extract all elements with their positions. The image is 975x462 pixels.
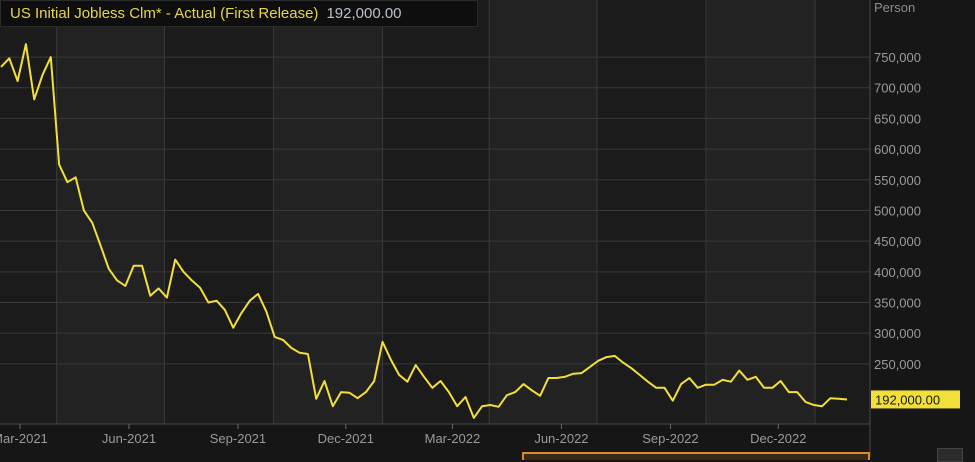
x-tick-label: Dec-2021 [318, 431, 374, 446]
y-tick-label: 600,000 [874, 142, 921, 157]
series-legend: US Initial Jobless Clm* - Actual (First … [0, 0, 478, 27]
line-chart: 750,000 700,000 650,000 600,000 550,000 500,0… [0, 0, 975, 457]
navigator-button[interactable] [937, 448, 963, 462]
x-tick-label: Sep-2022 [642, 431, 698, 446]
y-tick-label: 300,000 [874, 326, 921, 341]
last-value-label: 192,000.00 [875, 392, 940, 407]
x-tick-label: Jun-2022 [534, 431, 588, 446]
quarter-band [489, 0, 597, 424]
y-tick-label: 250,000 [874, 357, 921, 372]
y-axis-unit: Person [874, 0, 915, 15]
y-tick-label: 500,000 [874, 203, 921, 218]
y-tick-label: 550,000 [874, 173, 921, 188]
y-tick-label: 450,000 [874, 234, 921, 249]
x-tick-label: Dec-2022 [750, 431, 806, 446]
series-name: US Initial Jobless Clm* - Actual (First … [10, 5, 318, 22]
quarter-band [274, 0, 383, 424]
x-tick-label: Mar-2022 [425, 431, 481, 446]
x-tick-label: Jun-2021 [102, 431, 156, 446]
quarter-band [57, 0, 165, 424]
y-tick-label: 400,000 [874, 265, 921, 280]
quarter-band [706, 0, 815, 424]
series-last-value: 192,000.00 [326, 5, 401, 22]
y-tick-label: 650,000 [874, 111, 921, 126]
x-tick-label: Sep-2021 [210, 431, 266, 446]
y-tick-label: 350,000 [874, 296, 921, 311]
time-navigator-range[interactable] [522, 452, 870, 460]
y-tick-label: 700,000 [874, 81, 921, 96]
x-tick-label: Mar-2021 [0, 431, 48, 446]
y-tick-label: 750,000 [874, 50, 921, 65]
